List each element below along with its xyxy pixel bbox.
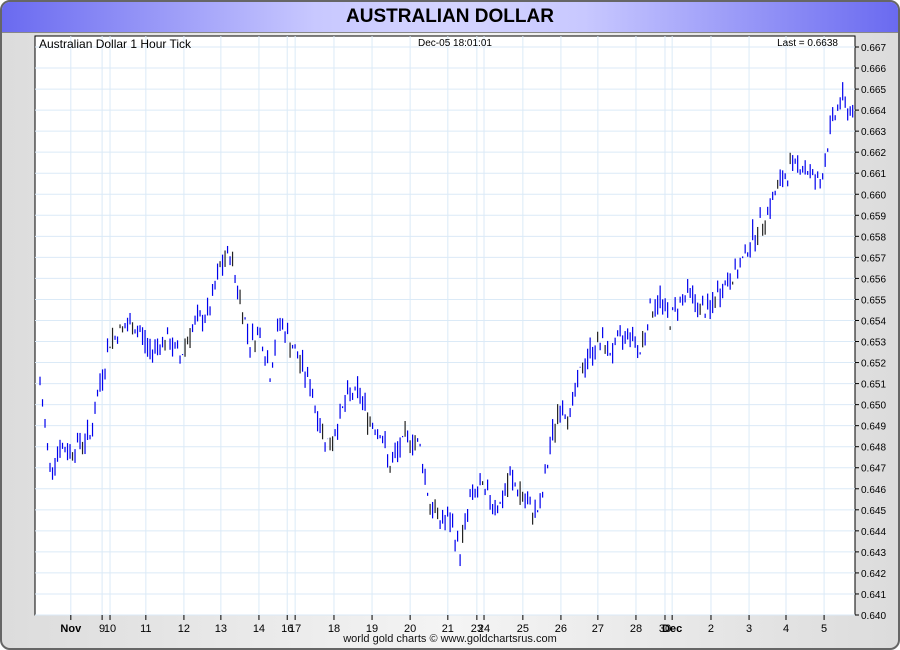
timestamp: Dec-05 18:01:01 <box>418 38 492 49</box>
y-tick-label: 0.645 <box>861 506 886 517</box>
y-tick-label: 0.644 <box>861 527 886 538</box>
y-tick-label: 0.648 <box>861 443 886 454</box>
y-tick-label: 0.640 <box>861 611 886 622</box>
y-tick-label: 0.662 <box>861 148 886 159</box>
y-tick-label: 0.661 <box>861 169 886 180</box>
y-tick-label: 0.643 <box>861 548 886 559</box>
y-tick-label: 0.655 <box>861 295 886 306</box>
y-tick-label: 0.659 <box>861 211 886 222</box>
last-price: Last = 0.6638 <box>777 38 838 49</box>
y-tick-label: 0.657 <box>861 253 886 264</box>
y-tick-label: 0.646 <box>861 485 886 496</box>
y-tick-label: 0.666 <box>861 64 886 75</box>
y-tick-label: 0.654 <box>861 316 886 327</box>
y-tick-label: 0.663 <box>861 127 886 138</box>
y-tick-label: 0.647 <box>861 464 886 475</box>
y-tick-label: 0.664 <box>861 106 886 117</box>
y-tick-label: 0.641 <box>861 590 886 601</box>
y-tick-label: 0.667 <box>861 43 886 54</box>
y-tick-label: 0.653 <box>861 338 886 349</box>
y-tick-label: 0.650 <box>861 401 886 412</box>
y-tick-label: 0.642 <box>861 569 886 580</box>
y-tick-label: 0.652 <box>861 359 886 370</box>
y-tick-label: 0.649 <box>861 422 886 433</box>
y-tick-label: 0.656 <box>861 274 886 285</box>
chart-subtitle: Australian Dollar 1 Hour Tick <box>39 37 192 51</box>
y-tick-label: 0.651 <box>861 380 886 391</box>
price-chart: 0.640 0.641 0.642 0.643 0.644 0.645 0.646 0.647… <box>34 35 886 635</box>
y-tick-label: 0.658 <box>861 232 886 243</box>
y-tick-label: 0.665 <box>861 85 886 96</box>
credit-text: world gold charts © www.goldchartsrus.co… <box>343 633 557 645</box>
y-tick-label: 0.660 <box>861 190 886 201</box>
